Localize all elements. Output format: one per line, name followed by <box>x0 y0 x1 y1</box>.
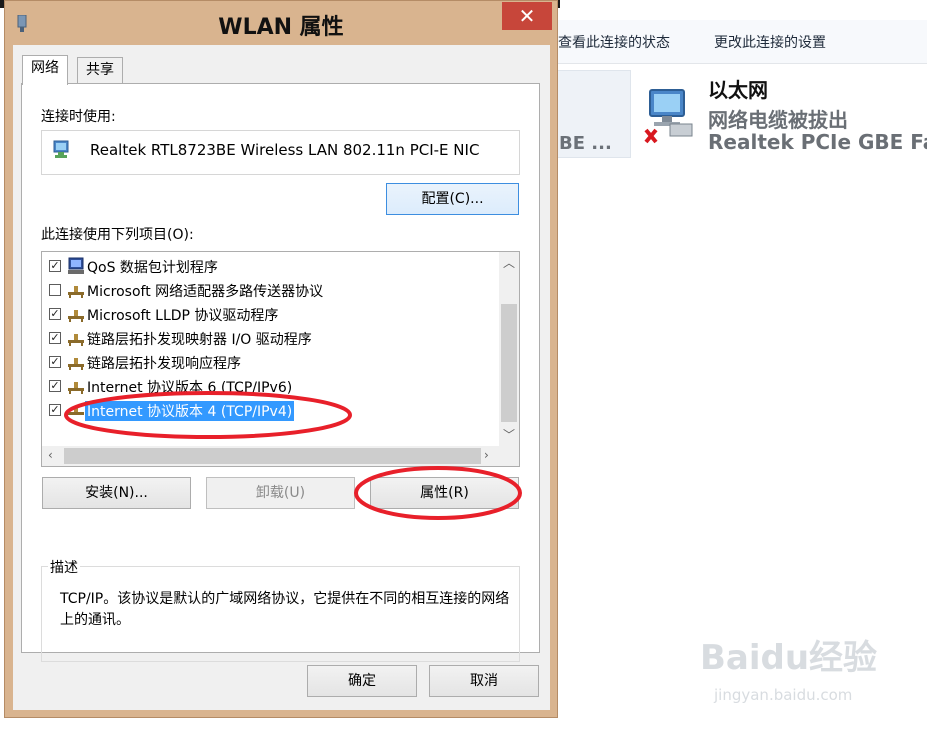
checkbox-lltd-mapper[interactable]: ✓ <box>49 332 61 344</box>
connect-using-label: 连接时使用: <box>41 109 116 125</box>
protocol-icon <box>68 382 84 394</box>
checkbox-multiplexor[interactable] <box>49 284 61 296</box>
item-label: Internet 协议版本 6 (TCP/IPv6) <box>87 380 293 396</box>
tab-network-label: 网络 <box>31 60 59 76</box>
list-item[interactable]: Microsoft 网络适配器多路传送器协议 <box>42 278 498 302</box>
description-group: 描述 TCP/IP。该协议是默认的广域网络协议，它提供在不同的相互连接的网络上的… <box>41 557 520 662</box>
scroll-up-icon[interactable]: ︿ <box>503 254 515 271</box>
uninstall-button[interactable]: 卸载(U) <box>206 477 355 509</box>
install-button[interactable]: 安装(N)... <box>42 477 191 509</box>
checkbox-lltd-responder[interactable]: ✓ <box>49 356 61 368</box>
ethernet-name: 以太网 <box>708 78 768 102</box>
watermark-url: jingyan.baidu.com <box>714 686 853 704</box>
cancel-button[interactable]: 取消 <box>429 665 539 697</box>
properties-button[interactable]: 属性(R) <box>370 477 519 509</box>
ethernet-device: Realtek PCIe GBE Fa... <box>708 130 927 154</box>
network-tab-panel: 连接时使用: Realtek RTL8723BE Wireless LAN 80… <box>21 83 540 662</box>
list-item-selected[interactable]: ✓ Internet 协议版本 4 (TCP/IPv4) <box>42 398 498 422</box>
configure-button[interactable]: 配置(C)... <box>386 183 519 215</box>
adapter-display: Realtek RTL8723BE Wireless LAN 802.11n P… <box>41 130 520 175</box>
network-card-icon <box>53 140 69 158</box>
item-label: Microsoft LLDP 协议驱动程序 <box>87 308 279 324</box>
item-label: 链路层拓扑发现响应程序 <box>87 356 241 372</box>
wlan-properties-dialog: WLAN 属性 ✕ 网络 共享 连接时使用: Realtek RTL8723BE… <box>4 0 558 718</box>
item-label: Microsoft 网络适配器多路传送器协议 <box>87 284 324 300</box>
protocol-icon <box>68 286 84 298</box>
list-item[interactable]: ✓ 链路层拓扑发现映射器 I/O 驱动程序 <box>42 326 498 350</box>
horizontal-scroll-thumb[interactable] <box>64 448 481 464</box>
vertical-scroll-thumb[interactable] <box>501 304 517 422</box>
dialog-titlebar[interactable]: WLAN 属性 ✕ <box>5 1 557 45</box>
change-settings-command[interactable]: 更改此连接的设置 <box>714 32 826 52</box>
description-text: TCP/IP。该协议是默认的广域网络协议，它提供在不同的相互连接的网络上的通讯。 <box>60 591 510 628</box>
dialog-title: WLAN 属性 <box>218 15 344 40</box>
protocol-icon <box>68 310 84 322</box>
protocol-icon <box>68 358 84 370</box>
list-item[interactable]: ✓ QoS 数据包计划程序 <box>42 254 498 278</box>
qos-scheduler-icon <box>68 257 84 274</box>
list-item[interactable]: ✓ Internet 协议版本 6 (TCP/IPv6) <box>42 374 498 398</box>
protocol-icon <box>68 406 84 415</box>
wlan-adapter-partial-name: BE ... <box>559 133 612 154</box>
items-label: 此连接使用下列项目(O): <box>41 227 194 243</box>
scroll-down-icon[interactable]: ﹀ <box>503 426 515 443</box>
ethernet-disconnected-icon <box>644 89 693 144</box>
dialog-client-area: 网络 共享 连接时使用: Realtek RTL8723BE Wireless … <box>13 45 550 710</box>
tab-network[interactable]: 网络 <box>22 55 68 85</box>
tab-sharing[interactable]: 共享 <box>77 57 123 83</box>
components-list[interactable]: ✓ QoS 数据包计划程序 Microsoft 网络适配器多路传送器协议 ✓ M… <box>41 251 520 467</box>
checkbox-ipv6[interactable]: ✓ <box>49 380 61 392</box>
checkbox-ipv4[interactable]: ✓ <box>49 404 61 416</box>
baidu-watermark: Baidu经验 jingyan.baidu.com <box>700 628 890 708</box>
tab-sharing-label: 共享 <box>86 62 114 78</box>
connections-toolbar: 查看此连接的状态 更改此连接的设置 <box>555 20 927 64</box>
checkbox-qos[interactable]: ✓ <box>49 260 61 272</box>
vertical-scrollbar[interactable]: ︿ ﹀ <box>499 252 519 446</box>
checkbox-lldp[interactable]: ✓ <box>49 308 61 320</box>
wlan-adapter-tile[interactable]: BE ... <box>555 70 631 158</box>
list-item[interactable]: ✓ Microsoft LLDP 协议驱动程序 <box>42 302 498 326</box>
item-label: QoS 数据包计划程序 <box>87 260 218 276</box>
item-label: Internet 协议版本 4 (TCP/IPv4) <box>85 401 295 421</box>
ethernet-adapter-tile[interactable]: 以太网 网络电缆被拔出 Realtek PCIe GBE Fa... <box>636 70 927 160</box>
ok-button[interactable]: 确定 <box>307 665 417 697</box>
close-icon: ✕ <box>518 4 536 28</box>
description-legend: 描述 <box>48 557 80 577</box>
scroll-left-icon[interactable]: ‹ <box>48 448 53 462</box>
protocol-icon <box>68 334 84 346</box>
list-item[interactable]: ✓ 链路层拓扑发现响应程序 <box>42 350 498 374</box>
scroll-right-icon[interactable]: › <box>484 448 489 462</box>
watermark-text: Baidu经验 <box>700 638 878 678</box>
adapter-name: Realtek RTL8723BE Wireless LAN 802.11n P… <box>90 141 480 159</box>
horizontal-scrollbar[interactable]: ‹ › <box>42 446 519 466</box>
view-status-command[interactable]: 查看此连接的状态 <box>558 32 670 52</box>
close-button[interactable]: ✕ <box>502 2 552 30</box>
item-label: 链路层拓扑发现映射器 I/O 驱动程序 <box>87 332 312 348</box>
ethernet-status: 网络电缆被拔出 <box>708 108 848 132</box>
